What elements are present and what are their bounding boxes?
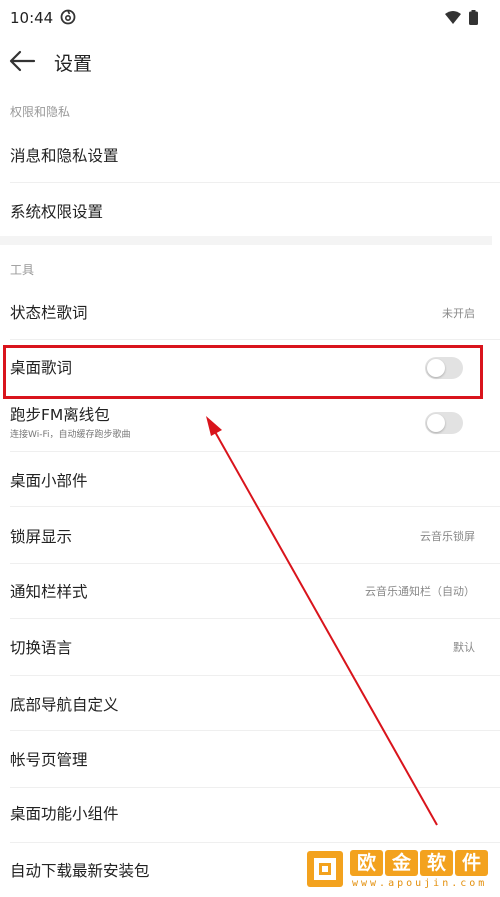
watermark-text: 欧 金 软 件 园 <box>350 850 490 876</box>
row-label: 锁屏显示 <box>10 528 73 546</box>
row-statusbar-lyrics[interactable]: 状态栏歌词 未开启 <box>0 283 500 339</box>
row-message-privacy[interactable]: 消息和隐私设置 <box>0 126 500 182</box>
row-value: 云音乐锁屏 <box>420 530 475 543</box>
netease-music-icon <box>60 9 76 25</box>
section-title-tools: 工具 <box>10 263 35 277</box>
row-label: 消息和隐私设置 <box>10 147 119 165</box>
row-label: 状态栏歌词 <box>10 304 88 322</box>
row-system-permissions[interactable]: 系统权限设置 <box>0 183 500 236</box>
watermark-char: 欧 <box>350 850 383 876</box>
back-arrow-icon[interactable] <box>8 48 36 74</box>
watermark-char: 件 <box>455 850 488 876</box>
row-label: 帐号页管理 <box>10 751 88 769</box>
row-language[interactable]: 切换语言 默认 <box>0 619 500 675</box>
highlight-box <box>3 345 483 399</box>
row-label: 桌面功能小组件 <box>10 805 119 823</box>
section-gap <box>0 236 492 245</box>
watermark-logo-icon <box>307 851 343 887</box>
battery-icon <box>469 10 478 25</box>
row-label: 桌面小部件 <box>10 472 88 490</box>
wifi-icon <box>445 11 461 24</box>
row-running-fm[interactable]: 跑步FM离线包 连接Wi-Fi，自动缓存跑步歌曲 <box>0 399 500 451</box>
watermark-char: 软 <box>420 850 453 876</box>
row-value: 未开启 <box>442 307 475 320</box>
header: 设置 <box>0 38 500 84</box>
watermark: 欧 金 软 件 园 www.apoujin.com <box>300 846 496 894</box>
watermark-url: www.apoujin.com <box>352 878 488 889</box>
row-desktop-widget[interactable]: 桌面小部件 <box>0 452 500 506</box>
row-account-page[interactable]: 帐号页管理 <box>0 731 500 787</box>
row-desktop-function-widget[interactable]: 桌面功能小组件 <box>0 788 500 842</box>
row-notification-style[interactable]: 通知栏样式 云音乐通知栏（自动） <box>0 564 500 618</box>
row-bottom-nav[interactable]: 底部导航自定义 <box>0 676 500 730</box>
row-value: 云音乐通知栏（自动） <box>365 585 475 598</box>
status-bar: 10:44 <box>0 0 500 38</box>
row-label: 自动下载最新安装包 <box>10 862 150 880</box>
row-label: 通知栏样式 <box>10 583 88 601</box>
row-value: 默认 <box>453 641 475 654</box>
row-label: 底部导航自定义 <box>10 696 119 714</box>
running-fm-toggle[interactable] <box>425 412 463 434</box>
page-title: 设置 <box>54 53 93 75</box>
row-label: 系统权限设置 <box>10 203 104 221</box>
watermark-char: 金 <box>385 850 418 876</box>
row-lockscreen[interactable]: 锁屏显示 云音乐锁屏 <box>0 507 500 563</box>
status-indicators <box>445 10 478 25</box>
status-time: 10:44 <box>10 9 54 27</box>
section-title-privacy: 权限和隐私 <box>10 105 71 119</box>
row-subtitle: 连接Wi-Fi，自动缓存跑步歌曲 <box>10 430 131 440</box>
toggle-knob <box>427 414 445 432</box>
row-label: 切换语言 <box>10 639 73 657</box>
row-label: 跑步FM离线包 <box>10 406 110 424</box>
